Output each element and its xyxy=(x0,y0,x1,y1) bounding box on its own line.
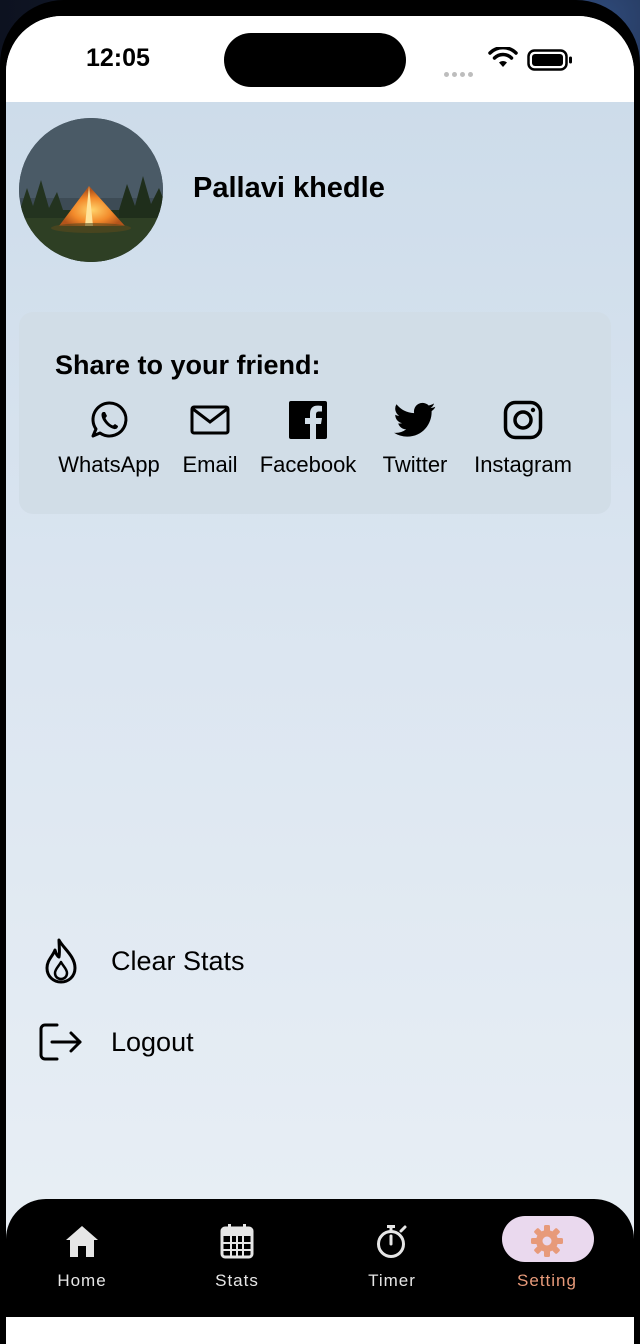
tab-stats[interactable]: Stats xyxy=(162,1199,312,1317)
share-card: Share to your friend: WhatsApp Email Fac… xyxy=(19,312,611,514)
clear-stats-button[interactable]: Clear Stats xyxy=(36,931,436,991)
stopwatch-icon xyxy=(377,1225,407,1258)
flame-icon xyxy=(45,938,77,984)
settings-screen: Pallavi khedle Share to your friend: Wha… xyxy=(6,102,634,1344)
wifi-icon xyxy=(488,47,518,67)
status-bar: 12:05 xyxy=(6,16,634,102)
share-instagram-label: Instagram xyxy=(474,452,572,477)
avatar-image xyxy=(19,118,163,262)
gear-icon xyxy=(531,1225,563,1257)
battery-icon xyxy=(527,49,572,71)
share-instagram-button[interactable]: Instagram xyxy=(463,398,583,488)
profile-name: Pallavi khedle xyxy=(193,172,385,204)
share-twitter-label: Twitter xyxy=(382,452,448,477)
avatar[interactable] xyxy=(19,118,163,262)
share-facebook-label: Facebook xyxy=(259,452,357,477)
facebook-icon xyxy=(289,401,327,440)
logout-label: Logout xyxy=(111,1027,194,1057)
logout-button[interactable]: Logout xyxy=(36,1012,436,1072)
clear-stats-label: Clear Stats xyxy=(111,946,245,976)
share-facebook-button[interactable]: Facebook xyxy=(248,398,368,488)
tab-stats-label: Stats xyxy=(215,1271,259,1290)
twitter-icon xyxy=(394,402,436,437)
tab-setting[interactable]: Setting xyxy=(472,1199,622,1317)
home-indicator-area xyxy=(6,1317,634,1344)
calendar-icon xyxy=(220,1224,254,1259)
bottom-tab-bar: Home Stats Timer Setting xyxy=(6,1199,634,1317)
tab-timer-label: Timer xyxy=(368,1271,416,1290)
phone-frame: 12:05 Pallavi khedle Share to your frien… xyxy=(0,0,640,1344)
dynamic-island xyxy=(224,33,406,87)
home-icon xyxy=(66,1226,98,1257)
tab-timer[interactable]: Timer xyxy=(317,1199,467,1317)
share-twitter-button[interactable]: Twitter xyxy=(355,398,475,488)
tab-setting-label: Setting xyxy=(517,1271,577,1290)
signal-icon xyxy=(444,64,476,82)
logout-icon xyxy=(39,1023,82,1061)
email-icon xyxy=(190,405,230,435)
status-time: 12:05 xyxy=(86,44,150,72)
instagram-icon xyxy=(503,400,543,440)
tab-home-label: Home xyxy=(57,1271,107,1290)
share-title: Share to your friend: xyxy=(55,350,321,380)
screen: 12:05 Pallavi khedle Share to your frien… xyxy=(6,16,634,1344)
whatsapp-icon xyxy=(91,401,128,438)
tab-home[interactable]: Home xyxy=(7,1199,157,1317)
